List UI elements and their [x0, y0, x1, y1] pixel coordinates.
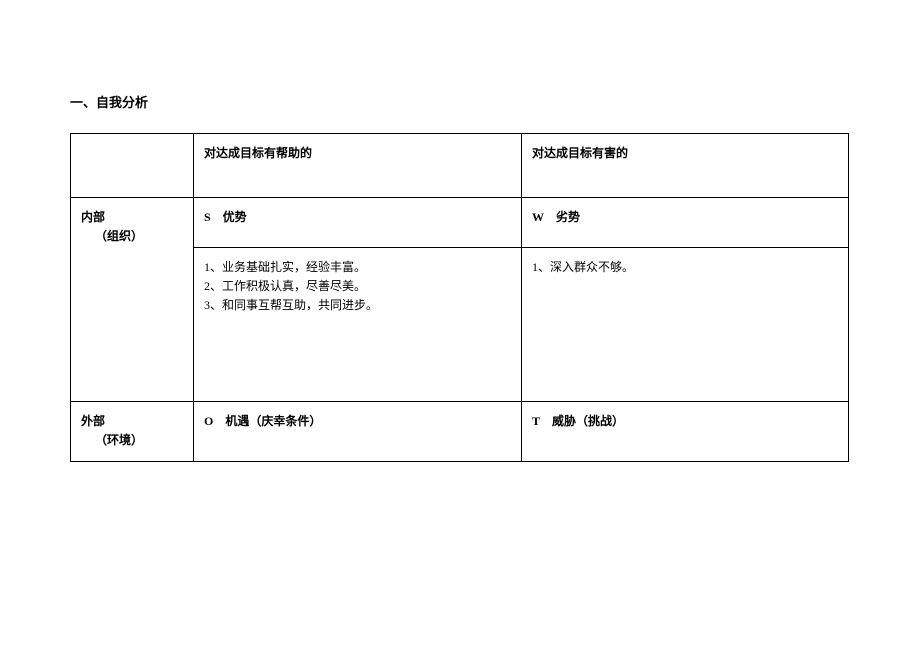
- weakness-label: W 劣势: [532, 210, 580, 224]
- document-page: 一、自我分析 对达成目标有帮助的 对达成目标有害的 内部 （组织） S 优势 W…: [0, 0, 920, 462]
- header-helpful-cell: 对达成目标有帮助的: [194, 134, 522, 198]
- list-item: 1、业务基础扎实，经验丰富。: [204, 258, 511, 277]
- internal-label-row: 内部 （组织） S 优势 W 劣势: [71, 198, 849, 248]
- internal-sublabel: （组织）: [81, 227, 183, 246]
- external-label-row: 外部 （环境） O 机遇（庆幸条件） T 威胁（挑战）: [71, 402, 849, 462]
- threat-label-cell: T 威胁（挑战）: [522, 402, 849, 462]
- list-item: 3、和同事互帮互助，共同进步。: [204, 296, 511, 315]
- threat-label: T 威胁（挑战）: [532, 414, 624, 428]
- strength-label-cell: S 优势: [194, 198, 522, 248]
- table-header-row: 对达成目标有帮助的 对达成目标有害的: [71, 134, 849, 198]
- header-harmful-cell: 对达成目标有害的: [522, 134, 849, 198]
- strength-content-cell: 1、业务基础扎实，经验丰富。 2、工作积极认真，尽善尽美。 3、和同事互帮互助，…: [194, 248, 522, 402]
- strength-label: S 优势: [204, 210, 247, 224]
- weakness-label-cell: W 劣势: [522, 198, 849, 248]
- weakness-content-cell: 1、深入群众不够。: [522, 248, 849, 402]
- swot-table: 对达成目标有帮助的 对达成目标有害的 内部 （组织） S 优势 W 劣势 1、业…: [70, 133, 849, 462]
- list-item: 1、深入群众不够。: [532, 258, 838, 277]
- external-label: 外部: [81, 412, 183, 431]
- internal-side-cell: 内部 （组织）: [71, 198, 194, 402]
- external-sublabel: （环境）: [81, 431, 183, 450]
- section-title: 一、自我分析: [70, 92, 850, 111]
- header-empty-cell: [71, 134, 194, 198]
- list-item: 2、工作积极认真，尽善尽美。: [204, 277, 511, 296]
- internal-label: 内部: [81, 208, 183, 227]
- opportunity-label: O 机遇（庆幸条件）: [204, 414, 321, 428]
- opportunity-label-cell: O 机遇（庆幸条件）: [194, 402, 522, 462]
- external-side-cell: 外部 （环境）: [71, 402, 194, 462]
